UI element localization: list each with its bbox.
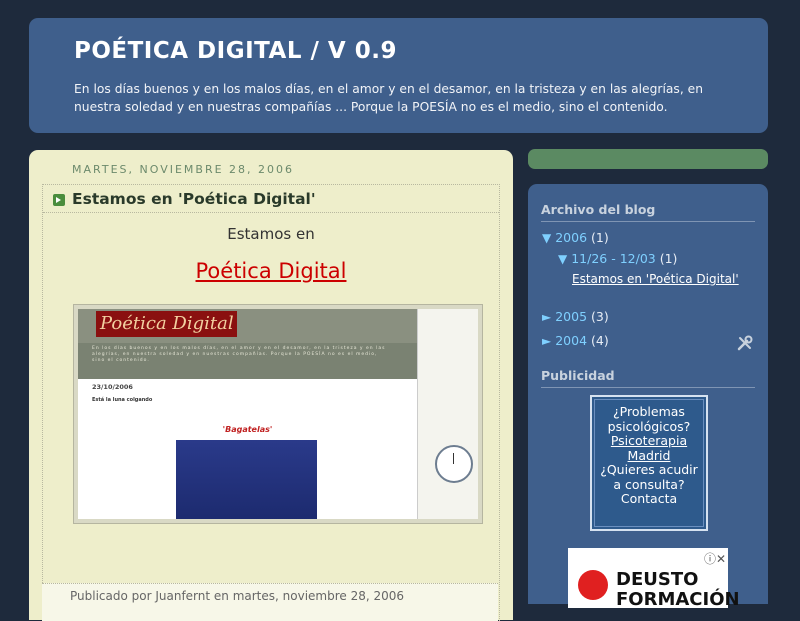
archive-week[interactable]: ▼ 11/26 - 12/03 (1) bbox=[558, 251, 677, 266]
screenshot-band-text: En los días buenos y en los malos días, … bbox=[92, 346, 386, 363]
post-text: Estamos en bbox=[227, 225, 315, 243]
ads-heading: Publicidad bbox=[541, 368, 755, 388]
ad-question-2: ¿Quieres acudir a consulta? bbox=[600, 462, 698, 492]
triangle-right-icon[interactable]: ► bbox=[542, 310, 551, 324]
archive-year-2006[interactable]: ▼ 2006 (1) bbox=[542, 230, 609, 245]
sidebar-top-bar bbox=[528, 149, 768, 169]
tools-icon[interactable] bbox=[736, 334, 754, 352]
ad-banner[interactable]: ⓘ✕ DEUSTO FORMACIÓN bbox=[568, 548, 740, 610]
archive-count: (3) bbox=[591, 309, 609, 324]
screenshot-subtitle: Está la luna colgando bbox=[92, 397, 153, 403]
archive-post-link[interactable]: Estamos en 'Poética Digital' bbox=[572, 272, 739, 286]
ad-question: ¿Problemas psicológicos? bbox=[607, 404, 691, 434]
post-title[interactable]: Estamos en 'Poética Digital' bbox=[72, 190, 316, 208]
triangle-down-icon[interactable]: ▼ bbox=[542, 231, 551, 245]
screenshot-image[interactable]: Poética Digital En los días buenos y en … bbox=[73, 304, 483, 524]
post-title-row: Estamos en 'Poética Digital' bbox=[43, 185, 499, 213]
archive-count: (1) bbox=[659, 251, 678, 266]
post: Estamos en 'Poética Digital' Estamos en … bbox=[42, 184, 500, 621]
triangle-right-icon[interactable]: ► bbox=[542, 334, 551, 348]
archive-year-label[interactable]: 2004 bbox=[555, 333, 587, 348]
screenshot-content: Poética Digital En los días buenos y en … bbox=[78, 309, 478, 519]
screenshot-band: En los días buenos y en los malos días, … bbox=[78, 343, 417, 379]
screenshot-title: Poética Digital bbox=[96, 311, 237, 337]
ad-banner-text: DEUSTO FORMACIÓN bbox=[616, 569, 740, 610]
post-date: MARTES, NOVIEMBRE 28, 2006 bbox=[72, 163, 295, 176]
triangle-down-icon[interactable]: ▼ bbox=[558, 252, 567, 266]
archive-year-label[interactable]: 2006 bbox=[555, 230, 587, 245]
arrow-right-icon bbox=[53, 194, 65, 206]
ad-content: ¿Problemas psicológicos? Psicoterapia Ma… bbox=[594, 399, 704, 527]
ad-box[interactable]: ¿Problemas psicológicos? Psicoterapia Ma… bbox=[590, 395, 708, 531]
blog-description: En los días buenos y en los malos días, … bbox=[74, 82, 704, 114]
clock-icon bbox=[435, 445, 473, 483]
screenshot-header: Poética Digital bbox=[78, 309, 417, 343]
archive-year-label[interactable]: 2005 bbox=[555, 309, 587, 324]
archive-week-label[interactable]: 11/26 - 12/03 bbox=[571, 251, 656, 266]
post-byline: Publicado por Juanfernt en martes, novie… bbox=[70, 589, 405, 603]
poetica-digital-link[interactable]: Poética Digital bbox=[43, 259, 499, 283]
post-footer: Publicado por Juanfernt en martes, novie… bbox=[42, 583, 498, 621]
archive-count: (1) bbox=[591, 230, 609, 245]
screenshot-sidebar bbox=[417, 309, 478, 519]
ad-link[interactable]: Psicoterapia Madrid bbox=[595, 433, 703, 463]
main-column: MARTES, NOVIEMBRE 28, 2006 Estamos en 'P… bbox=[29, 150, 513, 621]
sidebar: Archivo del blog ▼ 2006 (1) ▼ 11/26 - 12… bbox=[528, 184, 768, 610]
screenshot-red-title: 'Bagatelas' bbox=[222, 425, 273, 434]
screenshot-date: 23/10/2006 bbox=[92, 383, 133, 391]
archive-year-2005[interactable]: ► 2005 (3) bbox=[542, 309, 609, 324]
screenshot-photo bbox=[176, 440, 317, 519]
ad-contact[interactable]: Contacta bbox=[595, 491, 703, 507]
blog-title[interactable]: POÉTICA DIGITAL / V 0.9 bbox=[74, 38, 397, 64]
blog-header: POÉTICA DIGITAL / V 0.9 En los días buen… bbox=[29, 18, 768, 133]
deusto-logo bbox=[578, 570, 608, 600]
archive-count: (4) bbox=[591, 333, 609, 348]
archive-heading: Archivo del blog bbox=[541, 202, 755, 222]
close-icon[interactable]: ⓘ✕ bbox=[704, 550, 726, 567]
archive-year-2004[interactable]: ► 2004 (4) bbox=[542, 333, 609, 348]
